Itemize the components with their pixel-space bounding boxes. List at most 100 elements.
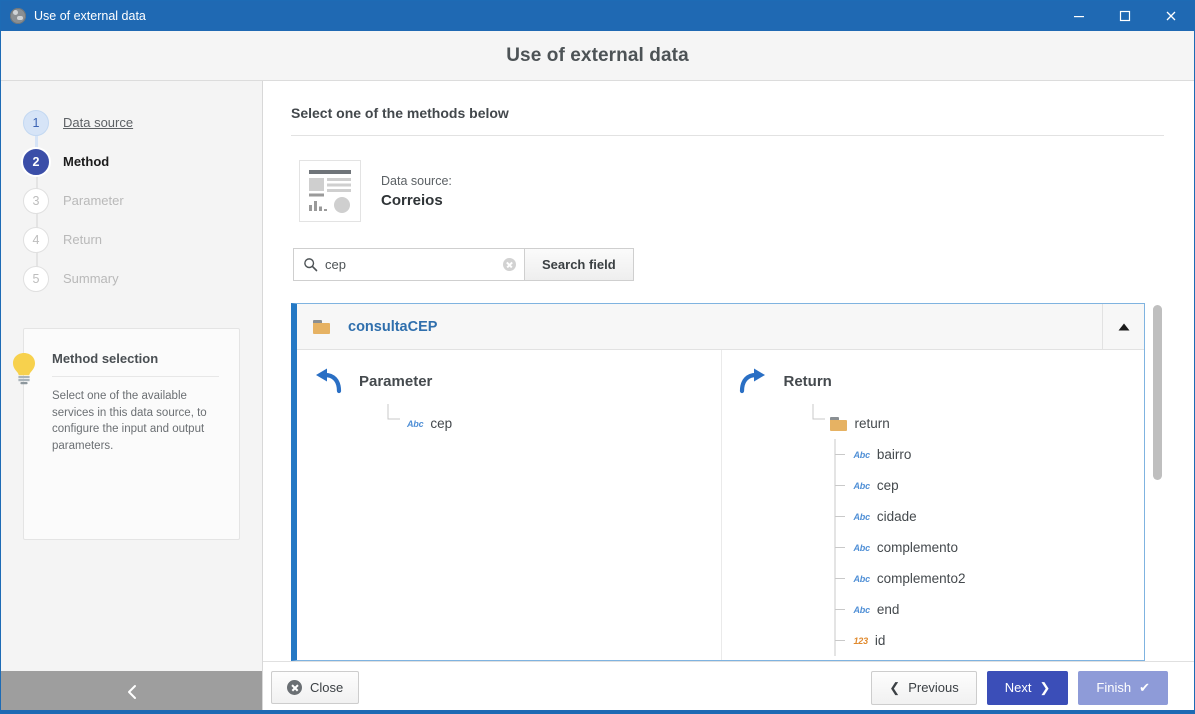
close-button[interactable]: Close	[271, 671, 360, 704]
step-label-summary: Summary	[63, 271, 119, 286]
return-column-header: Return	[738, 368, 1145, 394]
tree-tee-icon	[834, 470, 845, 501]
finish-button-label: Finish	[1096, 680, 1132, 695]
type-icon-text: Abc	[853, 604, 871, 615]
sidebar-step-method[interactable]: 2 Method	[1, 142, 262, 194]
tree-tee-icon	[834, 594, 845, 625]
tree-item-label: return	[854, 416, 890, 431]
method-panel-wrap: consultaCEP Parameter Abc cep Return ret…	[291, 303, 1164, 661]
data-source-summary: Data source: Correios	[299, 160, 1164, 222]
method-collapse-button[interactable]	[1102, 304, 1144, 349]
main-inner: Select one of the methods below Data sou…	[263, 81, 1194, 661]
step-marker-5: 5	[23, 265, 49, 292]
data-source-value: Correios	[381, 191, 443, 209]
tree-item-end[interactable]: Abc end	[738, 594, 1145, 625]
method-panel-columns: Parameter Abc cep Return return Abc bair…	[297, 350, 1144, 660]
window-title: Use of external data	[34, 9, 146, 23]
close-button-label: Close	[310, 680, 344, 695]
search-box[interactable]	[293, 248, 525, 281]
wizard-steps: 1 Data source 2 Method 3 Parameter 4 Ret	[1, 81, 262, 298]
parameter-tree: Abc cep	[313, 404, 721, 439]
search-input[interactable]	[325, 257, 503, 272]
dialog-footer: Close ❮ Previous Next ❯ Finish ✔	[263, 661, 1194, 713]
search-field-button[interactable]: Search field	[524, 248, 634, 281]
main-content: Select one of the methods below Data sou…	[263, 81, 1194, 713]
globe-icon	[10, 8, 26, 24]
step-label-return: Return	[63, 232, 103, 247]
search-icon	[304, 258, 318, 272]
clear-circle-icon[interactable]	[503, 258, 516, 271]
search-row: Search field	[293, 248, 1164, 281]
dialog-body: 1 Data source 2 Method 3 Parameter 4 Ret	[1, 81, 1194, 713]
tree-item-label: complemento	[876, 540, 958, 555]
section-title: Select one of the methods below	[291, 105, 1164, 136]
step-label-method: Method	[63, 154, 110, 169]
tree-item-complemento[interactable]: Abc complemento	[738, 532, 1145, 563]
data-source-label: Data source:	[381, 173, 452, 188]
parameter-column: Parameter Abc cep	[297, 350, 721, 660]
triangle-up-icon	[1118, 323, 1129, 330]
chevron-left-icon: ❮	[889, 679, 901, 695]
chevron-right-icon: ❯	[1039, 679, 1051, 695]
step-marker-2: 2	[23, 148, 49, 175]
next-button-label: Next	[1004, 680, 1032, 695]
tree-elbow-icon	[387, 404, 400, 420]
chevron-left-icon	[127, 685, 136, 699]
window-titlebar: Use of external data	[1, 1, 1194, 31]
lightbulb-icon	[13, 353, 35, 385]
dialog-window: Use of external data Use of external dat…	[0, 0, 1195, 714]
tree-item-bairro[interactable]: Abc bairro	[738, 439, 1145, 470]
method-panel-header[interactable]: consultaCEP	[297, 304, 1144, 350]
method-name: consultaCEP	[348, 318, 438, 335]
tree-item-complemento2[interactable]: Abc complemento2	[738, 563, 1145, 594]
type-icon-text: Abc	[407, 418, 424, 429]
type-icon-number: 123	[853, 635, 869, 646]
sidebar-collapse-button[interactable]	[1, 671, 262, 713]
tree-item-label: cidade	[876, 509, 917, 524]
type-icon-text: Abc	[853, 542, 871, 553]
sidebar-step-summary: 5 Summary	[1, 259, 262, 298]
close-icon[interactable]	[1148, 1, 1194, 31]
footer-accent-bar	[1, 710, 1194, 713]
wizard-sidebar: 1 Data source 2 Method 3 Parameter 4 Ret	[1, 81, 263, 713]
previous-button[interactable]: ❮ Previous	[871, 670, 977, 705]
folder-icon	[829, 416, 847, 431]
next-button[interactable]: Next ❯	[986, 670, 1069, 705]
step-label-data-source: Data source	[63, 115, 134, 130]
step-marker-4: 4	[23, 226, 49, 253]
minimize-icon[interactable]	[1056, 1, 1102, 31]
tree-tee-icon	[834, 439, 845, 470]
parameter-column-header: Parameter	[313, 368, 721, 394]
method-panel: consultaCEP Parameter Abc cep Return ret…	[291, 303, 1145, 661]
scrollbar-thumb[interactable]	[1153, 305, 1162, 480]
tree-tee-icon	[834, 625, 845, 656]
maximize-icon[interactable]	[1102, 1, 1148, 31]
step-marker-3: 3	[23, 187, 49, 214]
tree-item-cep[interactable]: Abc cep	[738, 470, 1145, 501]
tree-item-cidade[interactable]: Abc cidade	[738, 501, 1145, 532]
finish-button[interactable]: Finish ✔	[1078, 670, 1168, 705]
arrow-in-icon	[316, 368, 342, 394]
tree-item-label: cep	[876, 478, 899, 493]
type-icon-text: Abc	[853, 511, 871, 522]
help-card-text: Select one of the available services in …	[52, 390, 207, 453]
return-title: Return	[783, 372, 832, 390]
help-card-title: Method selection	[52, 351, 219, 377]
tree-tee-icon	[834, 501, 845, 532]
help-card: Method selection Select one of the avail…	[13, 328, 240, 540]
return-tree: return Abc bairro Abc cep Abc cidade Abc…	[738, 404, 1145, 656]
tree-item-label: id	[874, 633, 886, 648]
check-icon: ✔	[1139, 679, 1150, 695]
tree-item-return-folder[interactable]: return	[738, 404, 1145, 439]
dialog-header: Use of external data	[1, 31, 1194, 81]
tree-item-id[interactable]: 123 id	[738, 625, 1145, 656]
report-document-icon	[299, 160, 361, 222]
tree-tee-icon	[834, 532, 845, 563]
sidebar-step-data-source[interactable]: 1 Data source	[1, 103, 262, 155]
folder-icon	[313, 319, 330, 334]
sidebar-step-parameter: 3 Parameter	[1, 181, 262, 233]
parameter-title: Parameter	[359, 372, 433, 390]
tree-tee-icon	[834, 563, 845, 594]
tree-item-parameter-cep[interactable]: Abc cep	[313, 404, 721, 439]
method-panel-scrollbar[interactable]	[1150, 303, 1164, 661]
